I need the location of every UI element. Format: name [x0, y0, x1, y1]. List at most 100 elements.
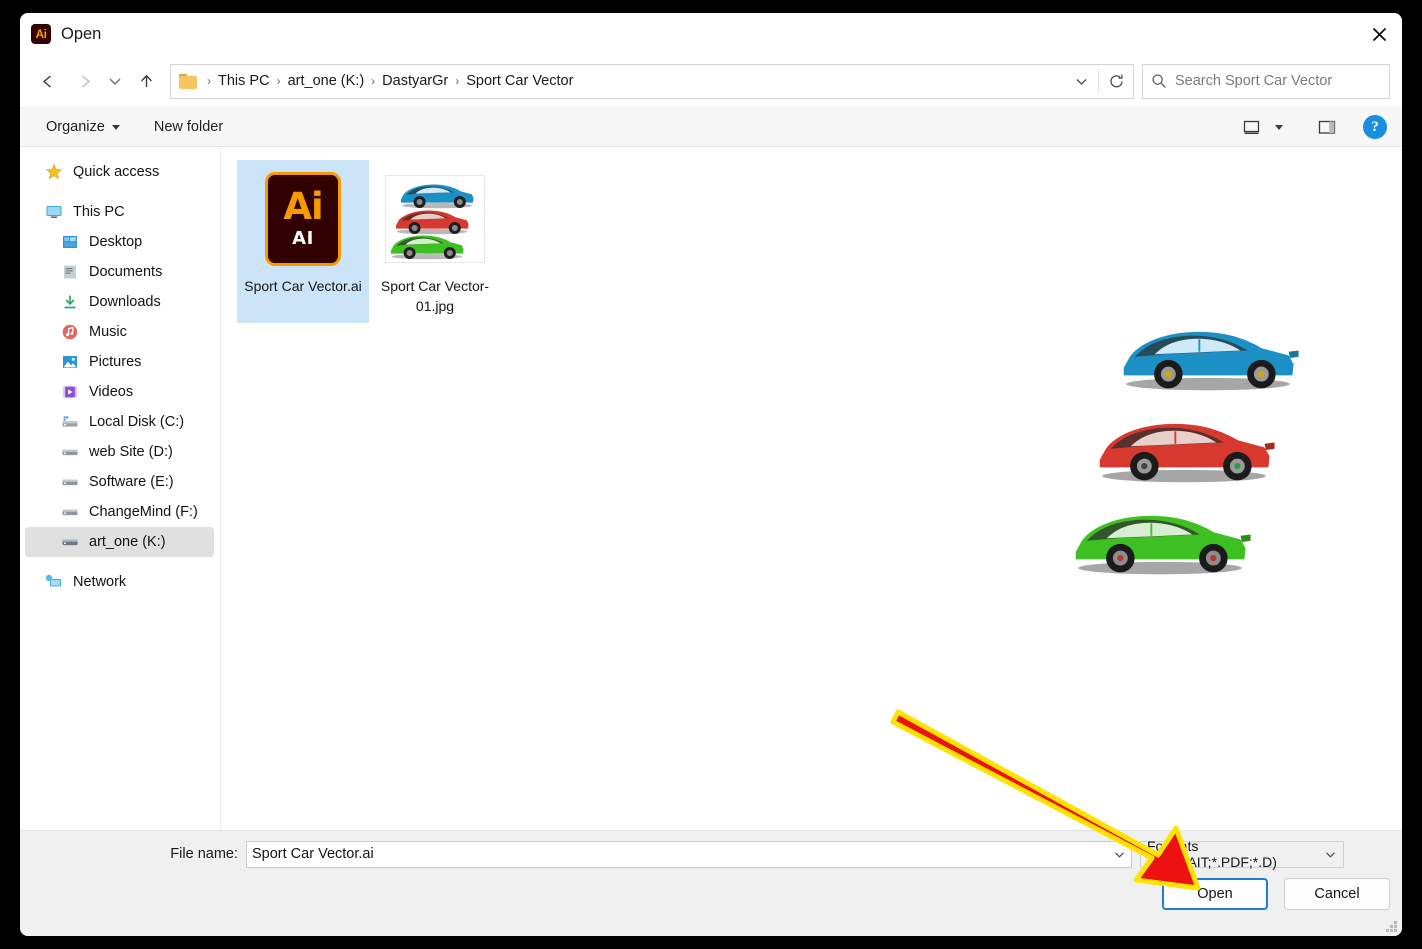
sidebar-item-label: Desktop — [89, 234, 143, 250]
sidebar-item-label: This PC — [73, 204, 125, 220]
ai-document-icon: Ai AI — [265, 172, 341, 266]
breadcrumb-separator: › — [371, 74, 376, 88]
sidebar-item-music[interactable]: Music — [25, 317, 214, 347]
folder-icon — [179, 73, 197, 89]
file-name-row: File name: Sport Car Vector.ai Formats (… — [20, 838, 1402, 870]
documents-icon — [61, 263, 79, 281]
forward-button[interactable] — [66, 64, 102, 98]
search-input[interactable]: Search Sport Car Vector — [1175, 73, 1332, 89]
screen: Ai Open › This PC › art_one (K:) › Dasty… — [0, 0, 1422, 949]
arrow-up-icon — [140, 74, 152, 87]
breadcrumb-item-this-pc[interactable]: This PC — [215, 73, 273, 89]
divider — [1098, 70, 1099, 92]
chevron-down-icon — [111, 124, 120, 130]
sidebar-item-videos[interactable]: Videos — [25, 377, 214, 407]
window-title: Open — [61, 24, 102, 43]
navigation-bar: › This PC › art_one (K:) › DastyarGr › S… — [20, 55, 1402, 107]
close-icon[interactable] — [1356, 13, 1402, 55]
address-bar-actions — [1066, 66, 1131, 97]
up-button[interactable] — [128, 64, 164, 98]
sidebar-item-desktop[interactable]: Desktop — [25, 227, 214, 257]
sidebar-item-quick-access[interactable]: Quick access — [25, 157, 214, 187]
search-box[interactable]: Search Sport Car Vector — [1142, 63, 1390, 99]
sidebar-item-network[interactable]: Network — [25, 567, 214, 597]
sidebar-item-label: Quick access — [73, 164, 160, 180]
breadcrumb-item-dastyargr[interactable]: DastyarGr — [379, 73, 451, 89]
footer-buttons: Open Cancel — [1162, 878, 1390, 910]
address-dropdown-button[interactable] — [1066, 66, 1096, 97]
sidebar-item-local-disk-c[interactable]: Local Disk (C:) — [25, 407, 214, 437]
breadcrumb-separator: › — [455, 74, 460, 88]
file-list-area[interactable]: Ai AI Sport Car Vector.ai Sport Car Vect… — [221, 147, 1402, 830]
chevron-down-icon — [1114, 851, 1124, 858]
new-folder-button[interactable]: New folder — [144, 114, 233, 140]
preview-cars — [1072, 327, 1392, 607]
blue-sports-car — [1123, 331, 1299, 391]
view-options-button[interactable] — [1234, 112, 1268, 142]
sidebar-item-downloads[interactable]: Downloads — [25, 287, 214, 317]
file-name-label: Sport Car Vector-01.jpg — [380, 278, 490, 314]
resize-grip-icon[interactable] — [1386, 921, 1398, 933]
sidebar-item-changemind-f[interactable]: ChangeMind (F:) — [25, 497, 214, 527]
chevron-down-icon — [109, 78, 121, 85]
preview-pane-icon — [1318, 120, 1336, 134]
file-format-value: Formats (*.AI;*.AIT;*.PDF;*.D) — [1147, 838, 1277, 870]
file-item-sport-car-vector-ai[interactable]: Ai AI Sport Car Vector.ai — [237, 160, 369, 323]
refresh-button[interactable] — [1101, 66, 1131, 97]
search-icon — [1151, 73, 1167, 89]
view-layout-icon — [1243, 120, 1259, 134]
file-thumbnail: Ai AI — [253, 168, 353, 270]
file-name-input[interactable]: Sport Car Vector.ai — [246, 840, 1132, 868]
sidebar-item-label: Documents — [89, 264, 163, 280]
sidebar-item-label: art_one (K:) — [89, 534, 166, 550]
preview-pane-button[interactable] — [1310, 112, 1344, 142]
file-format-dropdown[interactable]: Formats (*.AI;*.AIT;*.PDF;*.D) — [1140, 838, 1344, 870]
sidebar-item-label: Software (E:) — [89, 474, 174, 490]
organize-button[interactable]: Organize — [36, 114, 130, 140]
sidebar-item-label: Local Disk (C:) — [89, 414, 185, 430]
open-button[interactable]: Open — [1162, 878, 1268, 910]
navigation-sidebar[interactable]: Quick access This PC Desktop Documents D… — [20, 147, 220, 830]
sidebar-item-this-pc[interactable]: This PC — [25, 197, 214, 227]
sidebar-item-art-one-k[interactable]: art_one (K:) — [25, 527, 214, 557]
dialog-body: Quick access This PC Desktop Documents D… — [20, 147, 1402, 830]
breadcrumb-item-art-one[interactable]: art_one (K:) — [285, 73, 368, 89]
file-item-sport-car-vector-01-jpg[interactable]: Sport Car Vector-01.jpg — [369, 160, 501, 323]
drive-icon — [61, 473, 79, 491]
downloads-icon — [61, 293, 79, 311]
file-name-dropdown-button[interactable] — [1107, 848, 1131, 861]
breadcrumb-separator: › — [207, 74, 211, 88]
file-thumbnail — [385, 168, 485, 270]
sidebar-item-pictures[interactable]: Pictures — [25, 347, 214, 377]
sidebar-item-documents[interactable]: Documents — [25, 257, 214, 287]
view-options-caret[interactable] — [1268, 112, 1290, 142]
ai-icon-label-big: Ai — [283, 184, 323, 228]
file-name-label: Sport Car Vector.ai — [244, 278, 362, 294]
title-bar-left: Ai Open — [31, 13, 101, 55]
car-image-thumbnail — [385, 175, 485, 263]
arrow-left-icon — [42, 74, 51, 88]
file-name-label-text: File name: — [170, 846, 238, 862]
dialog-footer: File name: Sport Car Vector.ai Formats (… — [20, 830, 1402, 936]
open-file-dialog: Ai Open › This PC › art_one (K:) › Dasty… — [20, 13, 1402, 936]
breadcrumb-item-sport-car-vector[interactable]: Sport Car Vector — [463, 73, 576, 89]
back-button[interactable] — [30, 64, 66, 98]
file-name-value[interactable]: Sport Car Vector.ai — [252, 846, 1107, 862]
cancel-button[interactable]: Cancel — [1284, 878, 1390, 910]
chevron-down-icon — [1076, 78, 1086, 85]
breadcrumb-separator: › — [276, 74, 281, 88]
help-icon: ? — [1363, 115, 1387, 139]
sidebar-item-label: ChangeMind (F:) — [89, 504, 198, 520]
network-icon — [45, 573, 63, 591]
help-button[interactable]: ? — [1358, 112, 1392, 142]
drive-icon — [61, 443, 79, 461]
chevron-down-icon — [1324, 848, 1337, 861]
address-bar[interactable]: › This PC › art_one (K:) › DastyarGr › S… — [170, 63, 1134, 99]
recent-locations-button[interactable] — [102, 64, 128, 98]
title-bar: Ai Open — [20, 13, 1402, 55]
command-bar: Organize New folder ? — [20, 107, 1402, 147]
sidebar-item-software-e[interactable]: Software (E:) — [25, 467, 214, 497]
ai-icon-label-small: AI — [292, 227, 314, 249]
sidebar-item-web-site-d[interactable]: web Site (D:) — [25, 437, 214, 467]
